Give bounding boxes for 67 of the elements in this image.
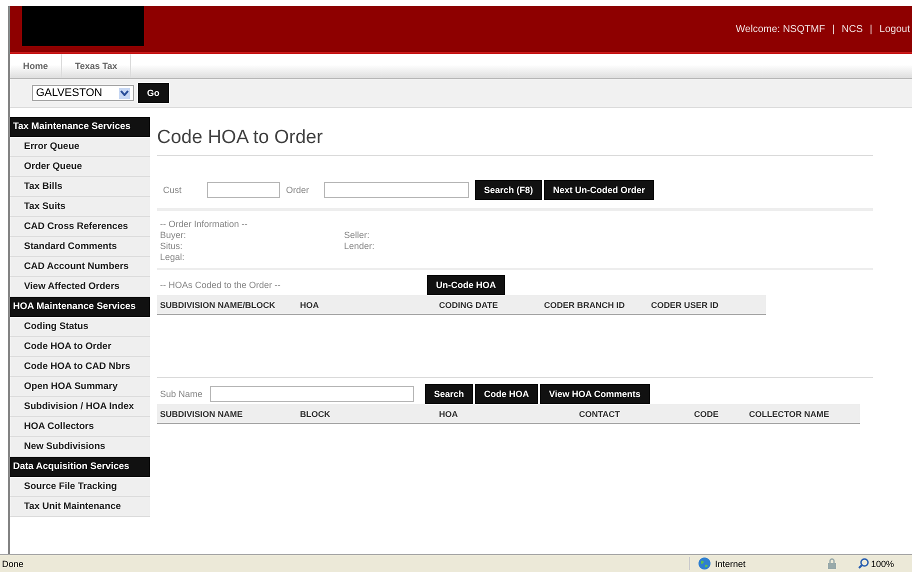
info-label: Lender: [344,241,376,252]
column-header: CODE [694,408,720,418]
globe-icon [698,557,711,570]
field-label: Sub Name [160,389,204,399]
sidebar-item[interactable]: Source File Tracking [10,477,150,497]
header-link[interactable]: NCS [842,24,863,34]
field-label: Order [286,185,310,195]
zone-text: Internet [714,558,746,568]
sidebar-item[interactable]: Error Queue [10,137,150,157]
next-order-button[interactable]: Next Un-Coded Order [544,180,654,200]
sidebar-item[interactable]: Order Queue [10,157,150,177]
uncode-button[interactable]: Un-Code HOA [427,275,505,295]
status-text: Done [1,558,24,568]
sidebar-item[interactable]: Tax Unit Maintenance [10,497,150,517]
dropdown-arrow-icon [119,88,130,98]
section-heading: -- Order Information -- [160,219,249,230]
info-label: Legal: [160,252,186,263]
welcome-text: Welcome: NSQTMF [736,24,826,34]
magnifier-icon [858,558,869,569]
code-hoa-button[interactable]: Code HOA [475,384,538,404]
column-header: HOA [439,408,459,418]
info-label: Buyer: [160,230,188,241]
sidebar-item[interactable]: HOA Collectors [10,417,150,437]
search-button[interactable]: Search [425,384,474,404]
column-header: BLOCK [300,408,332,418]
sidebar-heading: Tax Maintenance Services [10,117,150,137]
sidebar-item[interactable]: Code HOA to CAD Nbrs [10,357,150,377]
column-header: SUBDIVISION NAME [160,408,244,418]
sidebar-heading: HOA Maintenance Services [10,297,150,317]
column-header: HOA [300,300,320,310]
order-field[interactable] [324,182,470,198]
sidebar-item[interactable]: CAD Account Numbers [10,257,150,277]
sidebar-item[interactable]: Open HOA Summary [10,377,150,397]
sidebar-item[interactable]: Subdivision / HOA Index [10,397,150,417]
info-label: Seller: [344,230,371,241]
column-header: CODER BRANCH ID [544,300,626,310]
sidebar-item[interactable]: Code HOA to Order [10,337,150,357]
cust-field[interactable] [207,182,280,198]
view-comments-button[interactable]: View HOA Comments [540,384,650,404]
header-link[interactable]: Logout [879,24,910,34]
info-label: Situs: [160,241,184,252]
nav-tab[interactable]: Texas Tax [62,54,132,78]
field-label: Cust [163,185,183,195]
zoom-level[interactable]: 100% [870,558,894,568]
sidebar-item[interactable]: CAD Cross References [10,217,150,237]
column-header: CODER USER ID [651,300,720,310]
separator-text: | [870,24,872,34]
nav-tab[interactable]: Home [10,54,62,78]
sidebar-item[interactable]: Standard Comments [10,237,150,257]
search-button[interactable]: Search (F8) [475,180,542,200]
sidebar-item[interactable]: Coding Status [10,317,150,337]
sidebar-heading: Data Acquisition Services [10,457,150,477]
county-select[interactable]: GALVESTON [32,85,134,101]
separator-text: | [832,24,835,34]
column-header: CONTACT [579,408,621,418]
sidebar-item[interactable]: Tax Suits [10,197,150,217]
section-heading: -- HOAs Coded to the Order -- [160,280,282,290]
sidebar-item[interactable]: View Affected Orders [10,277,150,297]
column-header: CODING DATE [439,300,499,310]
sidebar-item[interactable]: New Subdivisions [10,437,150,457]
sidebar-item[interactable]: Tax Bills [10,177,150,197]
go-button[interactable]: Go [138,83,168,103]
sub-name-field[interactable] [210,386,414,402]
column-header: COLLECTOR NAME [749,408,830,418]
page-title: Code HOA to Order [157,117,873,156]
lock-icon [826,558,838,569]
column-header: SUBDIVISION NAME/BLOCK [160,300,276,310]
